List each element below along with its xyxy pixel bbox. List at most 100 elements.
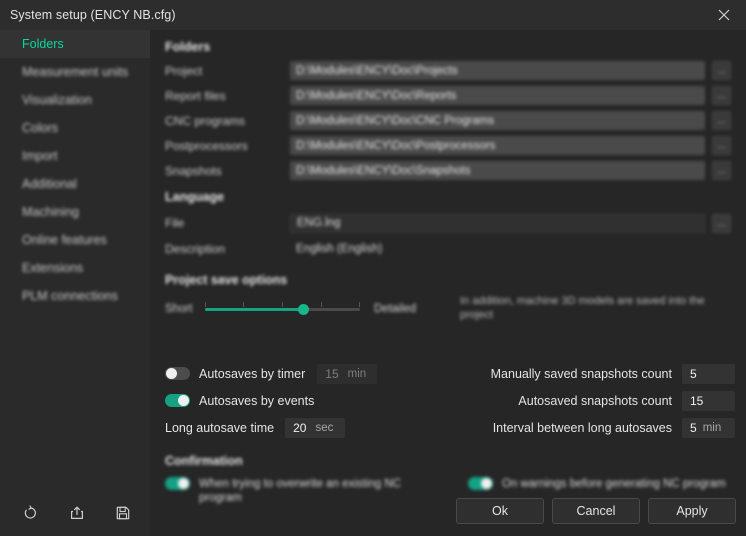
- dialog-footer: Ok Cancel Apply: [456, 498, 736, 524]
- folder-row: Report files D:\Modules\ENCY\Doc\Reports…: [165, 83, 731, 108]
- sidebar-item-additional[interactable]: Additional: [0, 170, 150, 198]
- slider-min-label: Short: [165, 303, 205, 315]
- save-icon: [115, 505, 131, 521]
- sidebar: Folders Measurement units Visualization …: [0, 30, 150, 536]
- browse-button[interactable]: ...: [712, 111, 731, 130]
- ok-button[interactable]: Ok: [456, 498, 544, 524]
- sidebar-item-label: PLM connections: [22, 289, 118, 303]
- auto-snapshots-value: 15: [682, 394, 703, 408]
- long-autosave-time-row: Long autosave time 20 sec: [165, 414, 435, 441]
- sidebar-item-label: Folders: [22, 37, 64, 51]
- confirmation-overwrite-row: When trying to overwrite an existing NC …: [165, 477, 425, 506]
- sidebar-item-label: Online features: [22, 233, 107, 247]
- folder-row: CNC programs D:\Modules\ENCY\Doc\CNC Pro…: [165, 108, 731, 133]
- slider-max-label: Detailed: [374, 303, 454, 315]
- long-interval-row: Interval between long autosaves 5 min: [450, 414, 735, 441]
- close-icon: [718, 9, 730, 21]
- manual-snapshots-label: Manually saved snapshots count: [491, 367, 672, 381]
- toggle-knob: [178, 395, 189, 406]
- long-interval-field[interactable]: 5 min: [682, 418, 735, 438]
- sidebar-item-plm-connections[interactable]: PLM connections: [0, 282, 150, 310]
- folder-label: Postprocessors: [165, 139, 290, 153]
- reset-icon: [23, 505, 39, 521]
- folder-path-input[interactable]: D:\Modules\ENCY\Doc\Snapshots: [290, 161, 705, 180]
- long-interval-value: 5: [682, 421, 697, 435]
- folders-list: Project D:\Modules\ENCY\Doc\Projects ...…: [165, 58, 731, 183]
- sidebar-item-folders[interactable]: Folders: [0, 30, 150, 58]
- confirm-overwrite-toggle[interactable]: [165, 477, 190, 490]
- confirm-warnings-toggle[interactable]: [468, 477, 493, 490]
- folder-path-input[interactable]: D:\Modules\ENCY\Doc\Postprocessors: [290, 136, 705, 155]
- settings-panel: Folders Project D:\Modules\ENCY\Doc\Proj…: [150, 30, 746, 536]
- sidebar-item-label: Extensions: [22, 261, 83, 275]
- slider-tick: [359, 302, 360, 307]
- autosave-by-events-toggle[interactable]: [165, 394, 190, 407]
- close-button[interactable]: [702, 1, 746, 30]
- system-setup-dialog: System setup (ENCY NB.cfg) Folders Measu…: [0, 0, 746, 536]
- save-button[interactable]: [100, 495, 146, 531]
- cancel-button[interactable]: Cancel: [552, 498, 640, 524]
- autosave-timer-value: 15: [317, 367, 338, 381]
- auto-snapshots-label: Autosaved snapshots count: [518, 394, 672, 408]
- export-icon: [69, 505, 85, 521]
- project-save-note: In addition, machine 3D models are saved…: [460, 295, 725, 323]
- slider-tick: [282, 302, 283, 307]
- language-description-row: Description English (English): [165, 236, 731, 262]
- sidebar-item-label: Import: [22, 149, 57, 163]
- folder-path-input[interactable]: D:\Modules\ENCY\Doc\Projects: [290, 61, 705, 80]
- auto-snapshots-field[interactable]: 15: [682, 391, 735, 411]
- language-description-value: English (English): [290, 243, 382, 255]
- autosave-right-column: Manually saved snapshots count 5 Autosav…: [450, 360, 735, 441]
- sidebar-item-colors[interactable]: Colors: [0, 114, 150, 142]
- manual-snapshots-row: Manually saved snapshots count 5: [450, 360, 735, 387]
- language-group-title: Language: [165, 190, 224, 204]
- language-browse-button[interactable]: ...: [712, 214, 731, 233]
- browse-button[interactable]: ...: [712, 136, 731, 155]
- folder-label: Project: [165, 64, 290, 78]
- sidebar-item-measurement-units[interactable]: Measurement units: [0, 58, 150, 86]
- language-file-input[interactable]: ENG.lng: [290, 214, 705, 233]
- sidebar-item-extensions[interactable]: Extensions: [0, 254, 150, 282]
- autosave-timer-unit: min: [348, 368, 367, 380]
- folder-row: Project D:\Modules\ENCY\Doc\Projects ...: [165, 58, 731, 83]
- autosave-by-timer-row: Autosaves by timer 15 min: [165, 360, 435, 387]
- sidebar-item-label: Measurement units: [22, 65, 128, 79]
- folder-path-input[interactable]: D:\Modules\ENCY\Doc\Reports: [290, 86, 705, 105]
- folder-path-input[interactable]: D:\Modules\ENCY\Doc\CNC Programs: [290, 111, 705, 130]
- folder-row: Postprocessors D:\Modules\ENCY\Doc\Postp…: [165, 133, 731, 158]
- folder-label: Snapshots: [165, 164, 290, 178]
- autosave-timer-field[interactable]: 15 min: [317, 364, 377, 384]
- autosave-by-events-label: Autosaves by events: [199, 394, 314, 408]
- browse-button[interactable]: ...: [712, 161, 731, 180]
- sidebar-item-visualization[interactable]: Visualization: [0, 86, 150, 114]
- titlebar: System setup (ENCY NB.cfg): [0, 0, 746, 31]
- reset-button[interactable]: [8, 495, 54, 531]
- project-save-slider[interactable]: [205, 302, 360, 316]
- autosave-by-timer-toggle[interactable]: [165, 367, 190, 380]
- slider-tick: [205, 302, 206, 307]
- project-save-options-row: Short Detailed In addition, machine 3D m…: [165, 295, 731, 323]
- long-interval-label: Interval between long autosaves: [493, 421, 672, 435]
- apply-button[interactable]: Apply: [648, 498, 736, 524]
- export-button[interactable]: [54, 495, 100, 531]
- project-save-options-title: Project save options: [165, 273, 287, 287]
- long-autosave-time-field[interactable]: 20 sec: [285, 418, 345, 438]
- autosave-by-events-row: Autosaves by events: [165, 387, 435, 414]
- slider-thumb[interactable]: [298, 304, 309, 315]
- confirmation-warnings-row: On warnings before generating NC program: [468, 477, 733, 491]
- browse-button[interactable]: ...: [712, 86, 731, 105]
- sidebar-item-online-features[interactable]: Online features: [0, 226, 150, 254]
- confirmation-group-title: Confirmation: [165, 454, 243, 468]
- manual-snapshots-field[interactable]: 5: [682, 364, 735, 384]
- language-section: File ENG.lng ... Description English (En…: [165, 210, 731, 262]
- folder-row: Snapshots D:\Modules\ENCY\Doc\Snapshots …: [165, 158, 731, 183]
- folders-group-title: Folders: [165, 40, 210, 54]
- sidebar-item-machining[interactable]: Machining: [0, 198, 150, 226]
- confirm-overwrite-label: When trying to overwrite an existing NC …: [199, 477, 425, 506]
- toggle-knob: [166, 368, 177, 379]
- slider-fill: [205, 308, 303, 311]
- browse-button[interactable]: ...: [712, 61, 731, 80]
- long-autosave-time-label: Long autosave time: [165, 421, 274, 435]
- long-autosave-time-value: 20: [285, 421, 306, 435]
- sidebar-item-import[interactable]: Import: [0, 142, 150, 170]
